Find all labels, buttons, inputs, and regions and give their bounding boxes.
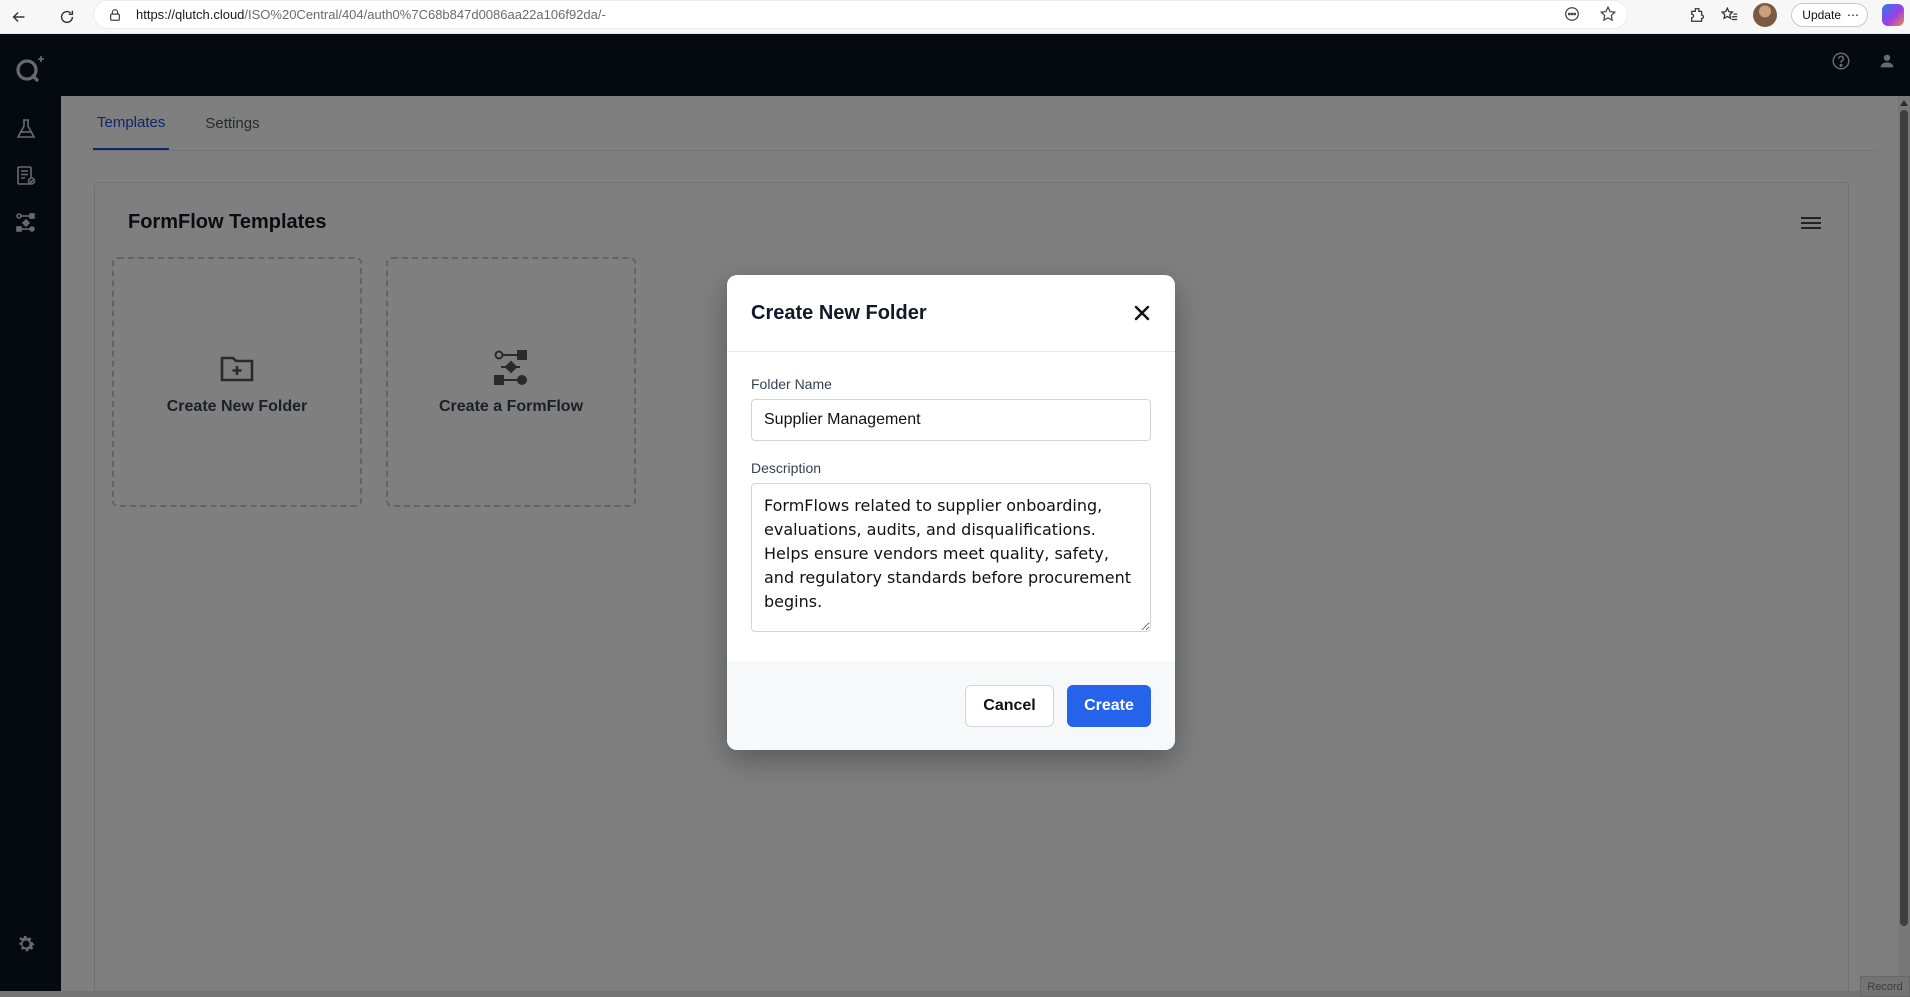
dialog-footer: Cancel Create bbox=[727, 661, 1175, 750]
reading-view-icon[interactable] bbox=[1563, 5, 1581, 23]
profile-avatar[interactable] bbox=[1753, 3, 1778, 27]
update-label: Update bbox=[1802, 8, 1841, 22]
dialog-header: Create New Folder bbox=[727, 275, 1175, 352]
reload-icon[interactable] bbox=[53, 3, 81, 31]
create-button[interactable]: Create bbox=[1067, 684, 1151, 727]
description-textarea[interactable]: FormFlows related to supplier onboarding… bbox=[751, 483, 1151, 632]
browser-toolbar: https://qlutch.cloud/ISO%20Central/404/a… bbox=[0, 0, 1910, 34]
folder-name-label: Folder Name bbox=[751, 376, 832, 392]
create-folder-dialog: Create New Folder Folder Name Descriptio… bbox=[727, 275, 1175, 750]
extensions-icon[interactable] bbox=[1689, 6, 1707, 24]
close-icon[interactable] bbox=[1133, 304, 1151, 322]
address-bar[interactable]: https://qlutch.cloud/ISO%20Central/404/a… bbox=[94, 1, 1627, 28]
back-arrow-icon[interactable] bbox=[5, 3, 33, 31]
dialog-title: Create New Folder bbox=[751, 301, 927, 324]
url-path: /ISO%20Central/404/auth0%7C68b847d0086aa… bbox=[244, 7, 606, 22]
folder-name-input[interactable] bbox=[751, 399, 1151, 441]
favorites-icon[interactable] bbox=[1721, 6, 1739, 24]
cancel-button[interactable]: Cancel bbox=[965, 684, 1054, 727]
update-button[interactable]: Update ⋯ bbox=[1791, 3, 1868, 27]
more-dots-icon: ⋯ bbox=[1847, 8, 1859, 22]
lock-icon bbox=[110, 8, 120, 21]
description-label: Description bbox=[751, 460, 822, 476]
url-host: https://qlutch.cloud bbox=[136, 7, 245, 22]
favorite-star-icon[interactable] bbox=[1599, 5, 1617, 23]
copilot-icon[interactable] bbox=[1882, 4, 1904, 26]
dialog-body: Folder Name Description FormFlows relate… bbox=[727, 352, 1175, 661]
